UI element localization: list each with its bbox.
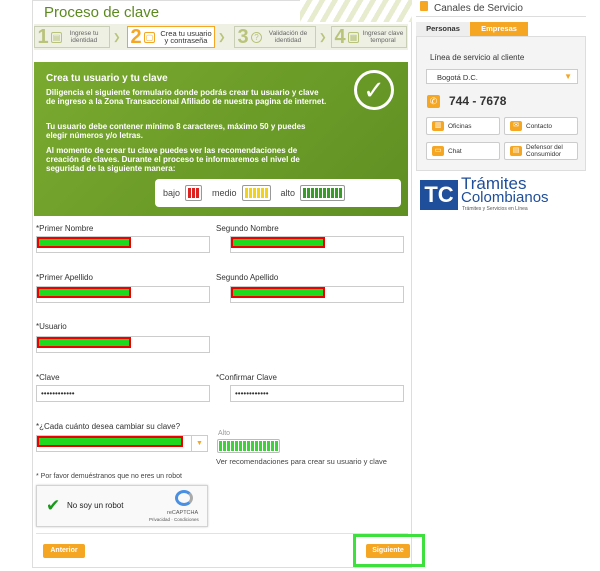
office-icon: ▥ [432,121,444,131]
decorative-stripes [300,0,412,22]
brand-line-2: Colombianos [461,189,549,206]
recaptcha-brand: reCAPTCHA [167,510,199,516]
low-bars [185,185,203,201]
defensor-button[interactable]: ▤ Defensor del Consumidor [504,142,578,160]
question-icon: ? [251,31,262,43]
contacto-button[interactable]: ✉ Contacto [504,117,578,135]
phone-number: 744 - 7678 [449,94,507,108]
customer-tabs: Personas Empresas [416,22,586,36]
brand-tagline: Trámites y Servicios en Línea [462,206,528,212]
confirmar-clave-label: *Confirmar Clave [216,373,277,382]
chat-icon: ▭ [432,146,444,156]
step-4: 4 ▦ Ingresar clave temporal [331,26,407,48]
chevron-right-icon: ❯ [113,32,121,42]
step-label: Ingrese tu identidad [69,30,99,44]
confirmar-clave-input[interactable]: •••••••••••• [230,385,404,402]
recaptcha-widget: ✔ No soy un robot reCAPTCHA Privacidad ·… [36,485,208,527]
contacto-label: Contacto [526,122,553,130]
usuario-label: *Usuario [36,322,67,331]
recaptcha-links[interactable]: Privacidad · Condiciones [149,517,199,522]
redaction [231,287,325,298]
checkmark-icon: ✓ [354,70,394,110]
step-number: 1 [37,25,49,48]
linea-label: Línea de servicio al cliente [430,53,525,62]
frecuencia-label: *¿Cada cuánto desea cambiar su clave? [36,422,181,431]
intro-heading: Crea tu usuario y tu clave [46,73,168,84]
mail-icon: ✉ [510,121,522,131]
security-level-legend: bajo medio alto [155,179,401,207]
clave-input[interactable]: •••••••••••• [36,385,210,402]
tab-personas[interactable]: Personas [416,22,470,36]
redaction [37,337,131,348]
document-icon: ▤ [510,146,522,156]
step-3: 3 ? Validación de identidad [234,26,316,48]
step-number: 3 [237,25,249,48]
lock-icon: ▢ [144,31,155,43]
recomendaciones-link[interactable]: Ver recomendaciones para crear su usuari… [216,457,387,466]
intro-paragraph-2: Tu usuario debe contener mínimo 8 caract… [46,122,306,140]
chevron-right-icon: ❯ [319,32,327,42]
tab-empresas[interactable]: Empresas [470,22,528,36]
divider [416,16,586,17]
intro-box: Crea tu usuario y tu clave Diligencia el… [34,62,408,216]
redaction [37,436,183,447]
high-bars [300,185,346,201]
primer-nombre-label: *Primer Nombre [36,224,94,233]
level-low-label: bajo [163,188,181,198]
step-label: Validación de identidad [268,30,308,44]
recaptcha-logo-icon [175,490,193,506]
step-number: 2 [130,25,142,48]
step-progress: 1 ▤ Ingrese tu identidad ❯ 2 ▢ Crea tu u… [34,24,408,50]
step-1: 1 ▤ Ingrese tu identidad [34,26,110,48]
step-number: 4 [334,25,346,48]
city-select[interactable]: Bogotá D.C. ▼ [426,69,578,84]
intro-paragraph-3: Al momento de crear tu clave puedes ver … [46,146,300,173]
chevron-right-icon: ❯ [218,32,226,42]
clave-label: *Clave [36,373,60,382]
step-label: Ingresar clave temporal [362,30,404,44]
strength-label: Alto [218,430,231,437]
service-box: Línea de servicio al cliente Bogotá D.C.… [416,36,586,171]
robot-prompt: * Por favor demuéstranos que no eres un … [36,473,182,480]
step-label: Crea tu usuario y contraseña [160,29,212,45]
level-high-label: alto [280,188,296,198]
redaction [231,237,325,248]
level-mid-label: medio [212,188,237,198]
oficinas-button[interactable]: ▥ Oficinas [426,117,500,135]
chevron-down-icon[interactable]: ▼ [191,436,207,451]
redaction [37,237,131,248]
sidebar-title: Canales de Servicio [434,3,523,14]
chevron-down-icon: ▼ [564,72,572,81]
intro-paragraph-1: Diligencia el siguiente formulario donde… [46,88,327,106]
tramites-logo: TC [420,180,458,210]
password-strength-meter [217,439,280,453]
city-value: Bogotá D.C. [437,73,478,82]
phone-icon: ✆ [427,95,440,108]
chat-label: Chat [448,147,462,155]
siguiente-button[interactable]: Siguiente [366,544,410,558]
primer-apellido-label: *Primer Apellido [36,273,93,282]
service-channel-icon [420,1,428,11]
chat-button[interactable]: ▭ Chat [426,142,500,160]
keypad-icon: ▦ [348,31,359,43]
defensor-label: Defensor del Consumidor [526,144,563,158]
robot-label: No soy un robot [67,501,124,510]
anterior-button[interactable]: Anterior [43,544,85,558]
mid-bars [241,185,271,201]
segundo-nombre-label: Segundo Nombre [216,224,279,233]
recaptcha-checkbox[interactable]: ✔ [46,496,60,516]
redaction [37,287,131,298]
page-title: Proceso de clave [44,4,160,21]
oficinas-label: Oficinas [448,122,472,130]
step-2: 2 ▢ Crea tu usuario y contraseña [127,26,215,48]
id-card-icon: ▤ [51,31,62,43]
segundo-apellido-label: Segundo Apellido [216,273,279,282]
